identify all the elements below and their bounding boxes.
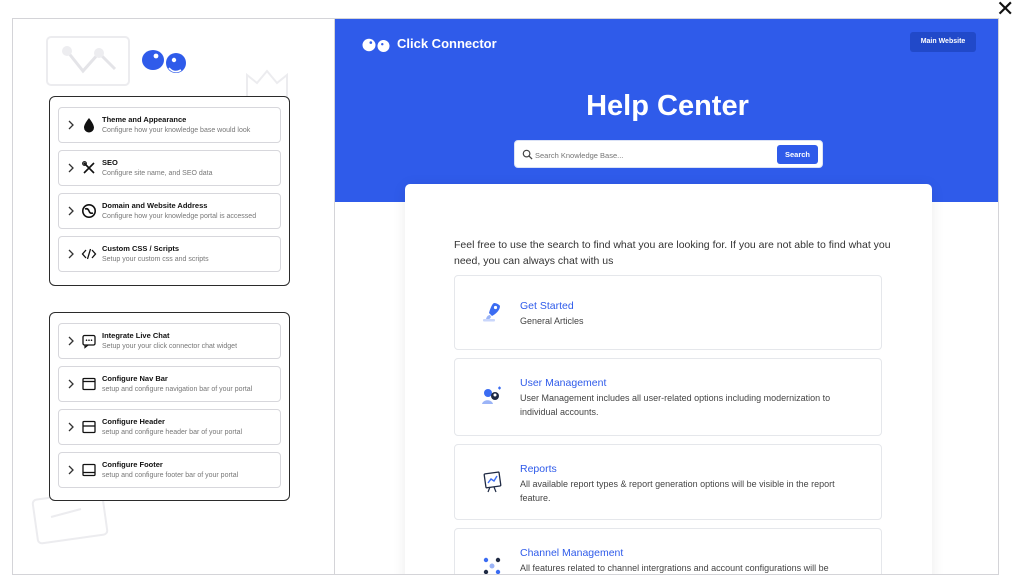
search-icon <box>522 149 533 160</box>
setting-title: Domain and Website Address <box>102 201 208 210</box>
chevron-right-icon <box>68 249 74 259</box>
setting-subtitle: Configure how your knowledge portal is a… <box>102 213 257 220</box>
setting-configure-header[interactable]: Configure Header setup and configure hea… <box>58 409 281 445</box>
globe-icon <box>82 204 96 218</box>
chevron-right-icon <box>68 336 74 346</box>
setting-subtitle: setup and configure navigation bar of yo… <box>102 386 253 393</box>
chevron-right-icon <box>68 120 74 130</box>
main-website-button[interactable]: Main Website <box>910 32 976 52</box>
search-button[interactable]: Search <box>777 145 818 164</box>
users-icon <box>482 386 501 404</box>
setting-subtitle: Configure site name, and SEO data <box>102 170 213 177</box>
category-description: All features related to channel intergra… <box>520 563 829 573</box>
search-bar: Search <box>514 140 823 168</box>
chevron-right-icon <box>68 465 74 475</box>
setting-theme-and-appearance[interactable]: Theme and Appearance Configure how your … <box>58 107 281 143</box>
category-reports[interactable]: Reports All available report types & rep… <box>454 444 882 520</box>
navbar-icon <box>82 377 96 391</box>
click-connector-logo-icon <box>142 50 186 73</box>
tools-icon <box>82 161 95 174</box>
chevron-right-icon <box>68 163 74 173</box>
setting-title: Configure Footer <box>102 460 163 469</box>
intro-text: Feel free to use the search to find what… <box>454 239 891 267</box>
category-title[interactable]: User Management <box>520 377 606 389</box>
click-connector-logo-icon <box>362 38 390 52</box>
setting-subtitle: setup and configure header bar of your p… <box>102 429 243 436</box>
category-description: General Articles <box>520 316 584 326</box>
search-input[interactable] <box>535 146 771 164</box>
chevron-right-icon <box>68 422 74 432</box>
chevron-right-icon <box>68 379 74 389</box>
brand-name[interactable]: Click Connector <box>397 36 497 51</box>
setting-subtitle: Setup your your click connector chat wid… <box>102 343 238 350</box>
setting-configure-footer[interactable]: Configure Footer setup and configure foo… <box>58 452 281 488</box>
setting-subtitle: Configure how your knowledge base would … <box>102 127 251 134</box>
help-center-preview: Click Connector Main Website Help Center… <box>334 19 998 574</box>
report-icon <box>483 471 502 493</box>
chat-icon <box>82 334 96 349</box>
category-channel-management[interactable]: Channel Management All features related … <box>454 528 882 574</box>
setting-subtitle: Setup your custom css and scripts <box>102 256 209 263</box>
category-title[interactable]: Get Started <box>520 300 574 312</box>
channels-icon <box>483 557 501 574</box>
rocket-icon <box>483 303 500 322</box>
code-icon <box>81 248 97 260</box>
page-title: Help Center <box>586 90 749 122</box>
category-get-started[interactable]: Get Started General Articles <box>454 275 882 350</box>
setting-title: Configure Nav Bar <box>102 374 168 383</box>
portal-settings-group: Theme and Appearance Configure how your … <box>49 96 290 286</box>
chevron-right-icon <box>68 206 74 216</box>
close-icon[interactable]: ✕ <box>996 0 1012 20</box>
droplet-icon <box>84 118 94 133</box>
category-description: User Management includes all user-relate… <box>520 393 831 417</box>
setting-custom-css-scripts[interactable]: Custom CSS / Scripts Setup your custom c… <box>58 236 281 272</box>
setting-configure-nav-bar[interactable]: Configure Nav Bar setup and configure na… <box>58 366 281 402</box>
setting-title: SEO <box>102 158 118 167</box>
setting-integrate-live-chat[interactable]: Integrate Live Chat Setup your your clic… <box>58 323 281 359</box>
setting-subtitle: setup and configure footer bar of your p… <box>102 472 239 479</box>
footer-icon <box>82 463 96 477</box>
setting-seo[interactable]: SEO Configure site name, and SEO data <box>58 150 281 186</box>
category-title[interactable]: Channel Management <box>520 547 623 559</box>
hero-banner: Click Connector Main Website Help Center… <box>335 19 998 202</box>
category-description: All available report types & report gene… <box>520 479 835 503</box>
knowledge-base-card: Feel free to use the search to find what… <box>405 184 932 574</box>
background-doodle-icon <box>46 36 130 86</box>
setting-title: Theme and Appearance <box>102 115 187 124</box>
setting-domain-and-website-address[interactable]: Domain and Website Address Configure how… <box>58 193 281 229</box>
setting-title: Integrate Live Chat <box>102 331 170 340</box>
header-icon <box>82 420 96 434</box>
category-user-management[interactable]: User Management User Management includes… <box>454 358 882 436</box>
layout-settings-group: Integrate Live Chat Setup your your clic… <box>49 312 290 501</box>
onboarding-frame: Theme and Appearance Configure how your … <box>12 18 999 575</box>
setting-title: Custom CSS / Scripts <box>102 244 180 253</box>
setting-title: Configure Header <box>102 417 165 426</box>
settings-panel: Theme and Appearance Configure how your … <box>13 19 334 574</box>
category-title[interactable]: Reports <box>520 463 557 475</box>
